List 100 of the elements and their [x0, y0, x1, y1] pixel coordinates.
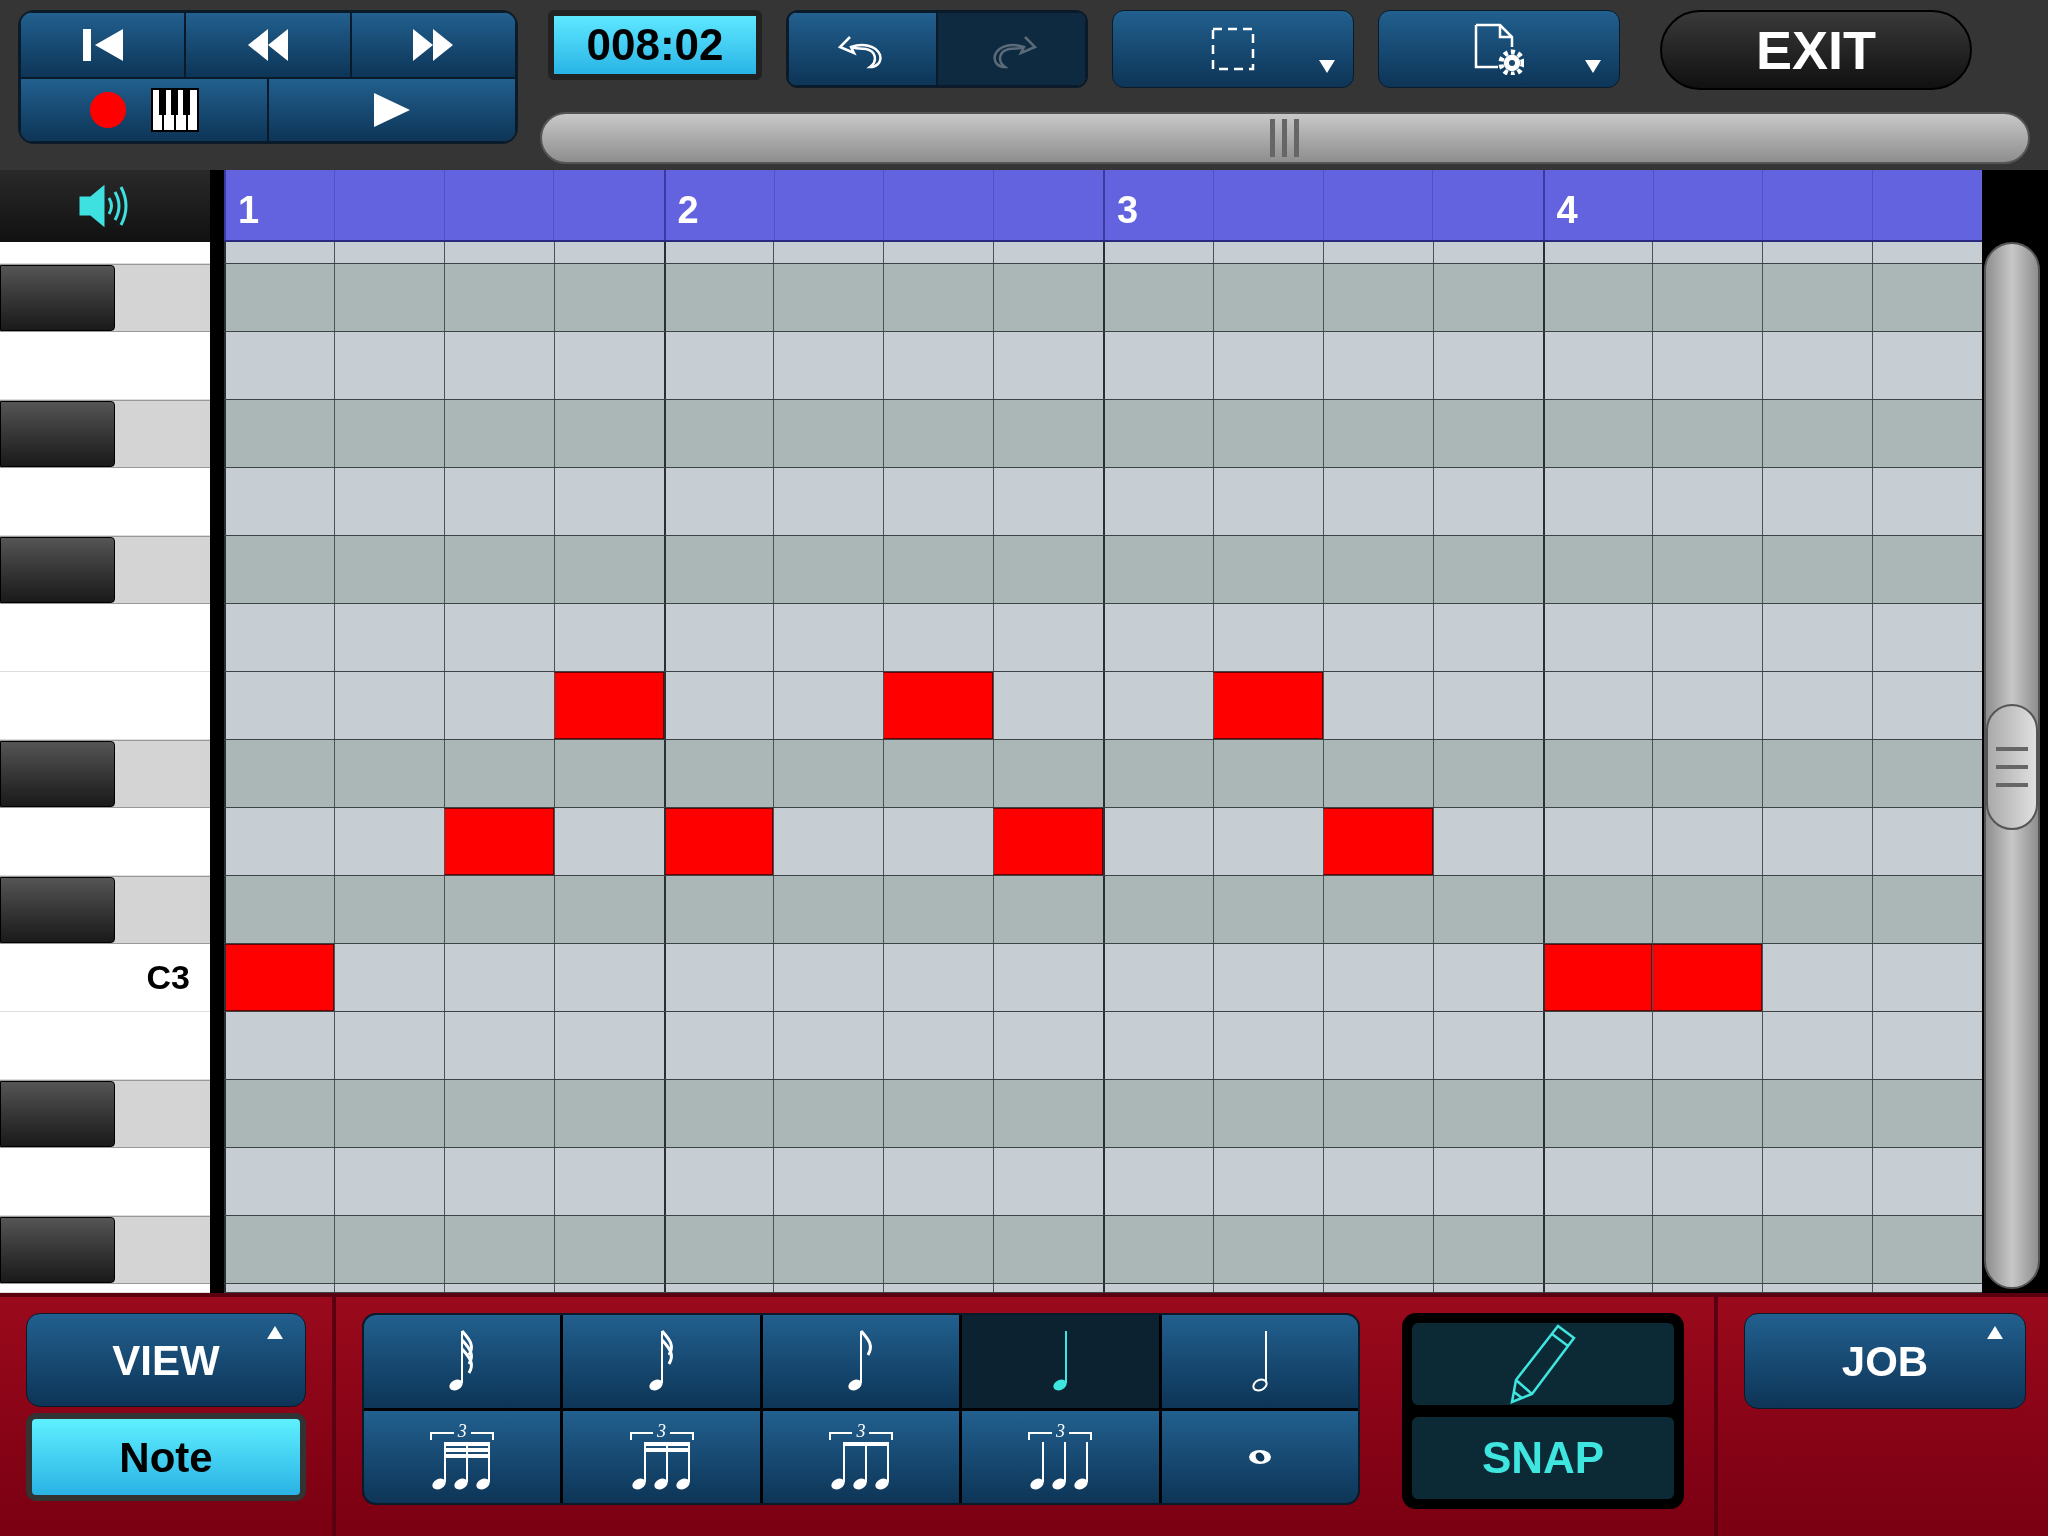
grid-cell[interactable]: [443, 400, 554, 467]
grid-cell[interactable]: [1762, 944, 1873, 1011]
grid-cell[interactable]: [553, 1216, 664, 1283]
grid-cell[interactable]: [993, 740, 1103, 807]
grid-cell[interactable]: [883, 400, 994, 467]
grid-cell[interactable]: [1652, 536, 1763, 603]
grid-cell[interactable]: [1652, 1012, 1763, 1079]
grid-cell[interactable]: [333, 1080, 444, 1147]
grid-cell[interactable]: [1432, 400, 1543, 467]
grid-cell[interactable]: [773, 944, 884, 1011]
grid-cell[interactable]: [553, 242, 664, 263]
grid-cell[interactable]: [224, 808, 334, 875]
note-block[interactable]: [1652, 944, 1763, 1011]
grid-cell[interactable]: [443, 242, 554, 263]
grid-cell[interactable]: [443, 1284, 554, 1292]
grid-cell[interactable]: [993, 944, 1103, 1011]
grid-cell[interactable]: [1872, 468, 1982, 535]
note-value-button[interactable]: 3: [364, 1410, 561, 1503]
grid-cell[interactable]: [1432, 876, 1543, 943]
grid-cell[interactable]: [1322, 242, 1433, 263]
grid-cell[interactable]: [1762, 1080, 1873, 1147]
grid-cell[interactable]: [773, 242, 884, 263]
grid-cell[interactable]: [553, 536, 664, 603]
grid-cell[interactable]: [883, 536, 994, 603]
grid-cell[interactable]: [1212, 876, 1323, 943]
grid-cell[interactable]: [1432, 740, 1543, 807]
grid-cell[interactable]: [1872, 536, 1982, 603]
record-button[interactable]: [20, 78, 268, 142]
grid-cell[interactable]: [1762, 1284, 1873, 1292]
grid-cell[interactable]: [1542, 672, 1653, 739]
grid-cell[interactable]: [993, 1148, 1103, 1215]
grid-cell[interactable]: [663, 264, 774, 331]
grid-cell[interactable]: [1103, 808, 1213, 875]
grid-cell[interactable]: [553, 1080, 664, 1147]
grid-cell[interactable]: [1652, 1080, 1763, 1147]
grid-cell[interactable]: [224, 332, 334, 399]
grid-cell[interactable]: [663, 1216, 774, 1283]
grid-cell[interactable]: [224, 740, 334, 807]
grid-cell[interactable]: [993, 242, 1103, 263]
sharp-key[interactable]: [0, 1217, 115, 1283]
grid-cell[interactable]: [224, 604, 334, 671]
grid-cell[interactable]: [1762, 672, 1873, 739]
fast-forward-button[interactable]: [350, 12, 516, 78]
grid-cell[interactable]: [443, 468, 554, 535]
grid-cell[interactable]: [883, 876, 994, 943]
grid-cell[interactable]: [553, 1284, 664, 1292]
grid-cell[interactable]: [333, 536, 444, 603]
grid-cell[interactable]: [1432, 808, 1543, 875]
sharp-key[interactable]: [0, 877, 115, 943]
grid-cell[interactable]: [333, 1148, 444, 1215]
grid-cell[interactable]: [1872, 1284, 1982, 1292]
grid-cell[interactable]: [1652, 264, 1763, 331]
grid-cell[interactable]: [663, 1080, 774, 1147]
grid-cell[interactable]: [1212, 242, 1323, 263]
grid-cell[interactable]: [224, 1284, 334, 1292]
grid-cell[interactable]: [224, 1080, 334, 1147]
note-grid[interactable]: [224, 242, 1982, 1293]
grid-cell[interactable]: [993, 1080, 1103, 1147]
grid-cell[interactable]: [883, 1216, 994, 1283]
grid-cell[interactable]: [883, 468, 994, 535]
grid-cell[interactable]: [1322, 400, 1433, 467]
grid-cell[interactable]: [1542, 468, 1653, 535]
grid-cell[interactable]: [443, 876, 554, 943]
grid-cell[interactable]: [1103, 536, 1213, 603]
grid-cell[interactable]: [1322, 1284, 1433, 1292]
grid-cell[interactable]: [1432, 264, 1543, 331]
grid-cell[interactable]: [883, 332, 994, 399]
grid-cell[interactable]: [663, 944, 774, 1011]
grid-cell[interactable]: [1432, 1148, 1543, 1215]
select-button[interactable]: [1112, 10, 1354, 88]
grid-cell[interactable]: [224, 1012, 334, 1079]
grid-cell[interactable]: [1872, 604, 1982, 671]
grid-cell[interactable]: [553, 604, 664, 671]
grid-cell[interactable]: [1212, 1080, 1323, 1147]
grid-cell[interactable]: [1322, 1080, 1433, 1147]
grid-cell[interactable]: [333, 740, 444, 807]
grid-cell[interactable]: [1103, 1284, 1213, 1292]
grid-cell[interactable]: [883, 1148, 994, 1215]
view-button[interactable]: VIEW: [26, 1313, 306, 1407]
grid-cell[interactable]: [1872, 1012, 1982, 1079]
grid-cell[interactable]: [883, 808, 994, 875]
grid-cell[interactable]: [883, 1012, 994, 1079]
grid-cell[interactable]: [1652, 604, 1763, 671]
grid-cell[interactable]: [224, 1216, 334, 1283]
grid-cell[interactable]: [1872, 672, 1982, 739]
grid-cell[interactable]: [993, 876, 1103, 943]
grid-cell[interactable]: [993, 1012, 1103, 1079]
grid-cell[interactable]: [224, 536, 334, 603]
grid-cell[interactable]: [773, 876, 884, 943]
grid-cell[interactable]: [663, 332, 774, 399]
vertical-scrollbar[interactable]: [1984, 242, 2040, 1289]
grid-cell[interactable]: [1652, 400, 1763, 467]
grid-cell[interactable]: [1432, 332, 1543, 399]
grid-cell[interactable]: [773, 264, 884, 331]
grid-cell[interactable]: [1652, 1148, 1763, 1215]
grid-cell[interactable]: [1762, 468, 1873, 535]
grid-cell[interactable]: [1542, 264, 1653, 331]
grid-cell[interactable]: [1103, 468, 1213, 535]
grid-cell[interactable]: [224, 672, 334, 739]
grid-cell[interactable]: [333, 332, 444, 399]
